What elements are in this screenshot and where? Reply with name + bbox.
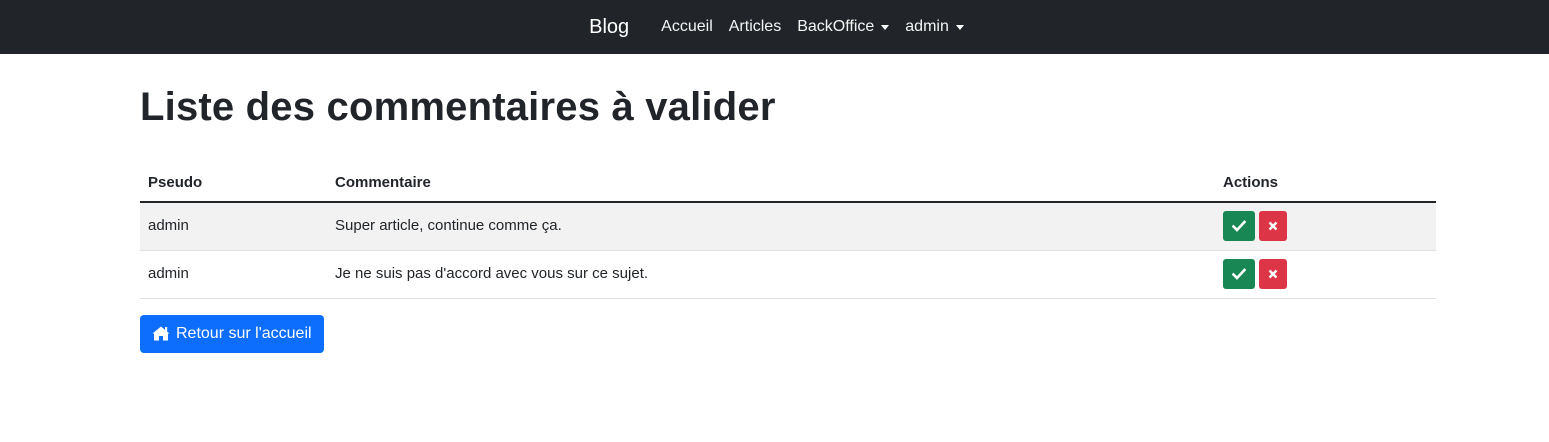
nav-link-articles[interactable]: Articles [729, 18, 781, 36]
navbar-brand[interactable]: Blog [589, 16, 629, 39]
home-icon [152, 326, 170, 341]
back-to-home-label: Retour sur l'accueil [176, 324, 312, 342]
caret-down-icon [881, 24, 890, 30]
cell-pseudo: admin [140, 250, 327, 299]
cell-actions [1215, 250, 1436, 299]
header-actions: Actions [1215, 164, 1436, 203]
header-pseudo: Pseudo [140, 164, 327, 203]
comments-table: Pseudo Commentaire Actions admin Super a… [140, 164, 1436, 299]
navbar-inner: Blog Accueil Articles BackOffice admin [589, 16, 972, 39]
validate-button[interactable] [1223, 259, 1255, 289]
nav-dropdown-user[interactable]: admin [905, 18, 964, 36]
cell-pseudo: admin [140, 202, 327, 251]
reject-button[interactable] [1259, 259, 1287, 289]
header-commentaire: Commentaire [327, 164, 1215, 203]
top-navbar: Blog Accueil Articles BackOffice admin [0, 0, 1549, 54]
nav-dropdown-backoffice[interactable]: BackOffice [797, 18, 890, 36]
back-to-home-button[interactable]: Retour sur l'accueil [140, 314, 324, 353]
main-container: Liste des commentaires à valider Pseudo … [140, 54, 1436, 353]
table-row: admin Je ne suis pas d'accord avec vous … [140, 250, 1436, 299]
close-icon [1268, 221, 1278, 231]
table-header-row: Pseudo Commentaire Actions [140, 164, 1436, 203]
page-title: Liste des commentaires à valider [140, 85, 776, 129]
nav-dropdown-user-label: admin [905, 18, 949, 35]
validate-button[interactable] [1223, 211, 1255, 242]
nav-dropdown-backoffice-label: BackOffice [797, 18, 875, 35]
table-row: admin Super article, continue comme ça. [140, 202, 1436, 251]
cell-comment: Je ne suis pas d'accord avec vous sur ce… [327, 250, 1215, 299]
caret-down-icon [955, 24, 964, 30]
nav-link-accueil[interactable]: Accueil [661, 18, 713, 36]
cell-actions [1215, 202, 1436, 251]
check-icon [1232, 268, 1246, 280]
close-icon [1268, 269, 1278, 279]
cell-comment: Super article, continue comme ça. [327, 202, 1215, 251]
check-icon [1232, 220, 1246, 233]
reject-button[interactable] [1259, 211, 1287, 242]
